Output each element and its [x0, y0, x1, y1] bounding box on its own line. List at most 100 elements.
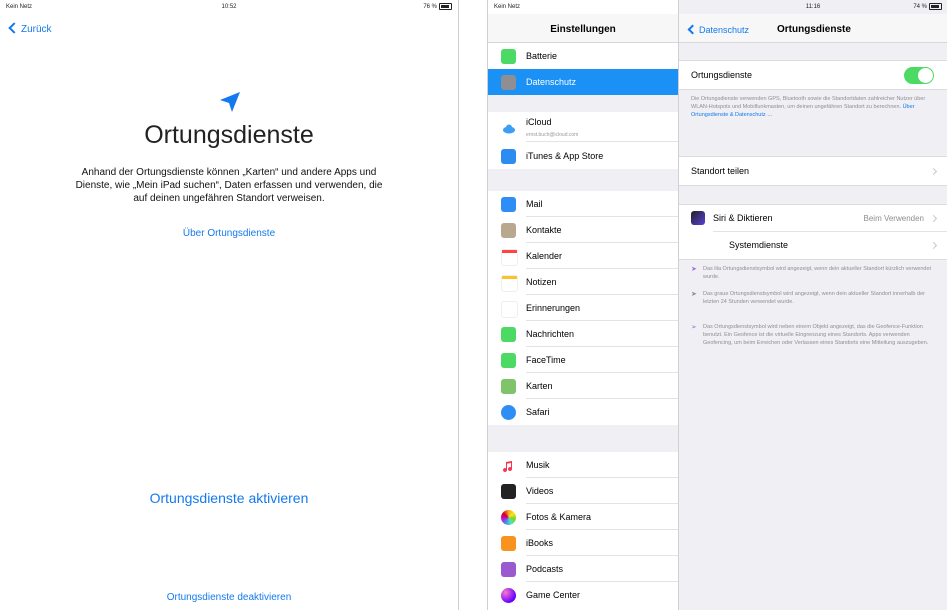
sidebar-item-mail[interactable]: Mail — [488, 191, 678, 217]
legend-item: ➢ Das Ortungsdienstsymbol wird neben ein… — [691, 323, 934, 347]
sidebar-item-label: Datenschutz — [526, 77, 577, 87]
sidebar-item-icloud[interactable]: iCloud ernst.buch@icloud.com — [488, 112, 678, 142]
carrier-label: Kein Netz — [494, 4, 521, 10]
about-location-link[interactable]: Über Ortungsdienste — [0, 228, 458, 239]
chevron-right-icon — [929, 167, 938, 176]
sidebar-item-fotos[interactable]: Fotos & Kamera — [488, 504, 678, 530]
location-services-row: Ortungsdienste — [679, 60, 947, 90]
enable-location-button[interactable]: Ortungsdienste aktivieren — [0, 490, 458, 506]
back-button[interactable]: Zurück — [8, 22, 52, 35]
sidebar-item-label: Game Center — [526, 590, 581, 600]
icloud-account: ernst.buch@icloud.com — [526, 132, 579, 138]
outline-location-arrow-icon: ➢ — [691, 324, 697, 331]
sidebar-item-label: iCloud — [526, 117, 552, 127]
safari-compass-icon — [501, 405, 516, 420]
mail-icon — [501, 197, 516, 212]
sidebar-item-itunes[interactable]: iTunes & App Store — [488, 143, 678, 169]
sidebar-item-facetime[interactable]: FaceTime — [488, 347, 678, 373]
sidebar-item-kontakte[interactable]: Kontakte — [488, 217, 678, 243]
sidebar-item-label: Nachrichten — [526, 329, 575, 339]
podcast-icon — [501, 562, 516, 577]
sidebar-item-label: Podcasts — [526, 564, 564, 574]
sidebar-item-ibooks[interactable]: iBooks — [488, 530, 678, 556]
status-bar: Kein Netz 11:16 74 % — [488, 0, 947, 14]
sidebar-item-musik[interactable]: Musik — [488, 452, 678, 478]
cloud-icon — [501, 120, 516, 135]
music-note-icon — [501, 458, 516, 473]
sidebar-item-kalender[interactable]: Kalender — [488, 243, 678, 269]
sidebar-item-label: Musik — [526, 460, 550, 470]
sidebar-item-videos[interactable]: Videos — [488, 478, 678, 504]
toggle-label: Ortungsdienste — [691, 70, 753, 80]
divider — [526, 141, 678, 142]
chevron-right-icon — [929, 214, 938, 223]
back-button[interactable]: Datenschutz — [687, 14, 750, 46]
location-services-note: Die Ortungsdienste verwenden GPS, Blueto… — [691, 95, 934, 119]
sidebar-item-notizen[interactable]: Notizen — [488, 269, 678, 295]
sidebar-item-gamecenter[interactable]: Game Center — [488, 582, 678, 608]
detail-pane: Datenschutz Ortungsdienste Ortungsdienst… — [679, 0, 947, 610]
description-text: Anhand der Ortungsdienste können „Karten… — [75, 167, 383, 204]
sidebar-item-label: Kalender — [526, 251, 563, 261]
chevron-right-icon — [929, 241, 938, 250]
legend-item: ➤ Das graue Ortungsdienstsymbol wird ang… — [691, 290, 934, 306]
battery-percent: 74 % — [913, 4, 927, 10]
sidebar-item-datenschutz[interactable]: Datenschutz — [488, 69, 678, 95]
navigation-bar: Datenschutz Ortungsdienste — [679, 14, 947, 43]
sidebar-item-safari[interactable]: Safari — [488, 399, 678, 425]
siri-label: Siri & Diktieren — [713, 213, 773, 223]
reminders-icon — [501, 301, 518, 318]
chevron-left-icon — [687, 24, 698, 35]
sidebar-item-label: Safari — [526, 407, 550, 417]
messages-icon — [501, 327, 516, 342]
sidebar-item-label: Erinnerungen — [526, 303, 581, 313]
facetime-icon — [501, 353, 516, 368]
disable-location-button[interactable]: Ortungsdienste deaktivieren — [0, 592, 458, 603]
sidebar-title: Einstellungen — [488, 14, 678, 43]
sidebar-item-label: iTunes & App Store — [526, 151, 604, 161]
sidebar-item-label: Batterie — [526, 51, 558, 61]
hand-icon — [501, 75, 516, 90]
sidebar-item-karten[interactable]: Karten — [488, 373, 678, 399]
battery-indicator: 76 % — [423, 0, 452, 14]
back-label: Datenschutz — [699, 25, 750, 35]
onboarding-screen: Kein Netz 10:52 76 % Zurück Ortungsdiens… — [0, 0, 459, 610]
maps-icon — [501, 379, 516, 394]
section-gap — [488, 95, 678, 112]
battery-icon — [929, 2, 942, 10]
battery-percent: 76 % — [423, 4, 437, 10]
siri-row[interactable]: Siri & Diktieren Beim Verwenden — [679, 205, 947, 232]
sidebar-item-label: Notizen — [526, 277, 557, 287]
location-arrow-icon — [220, 92, 240, 112]
sidebar-item-nachrichten[interactable]: Nachrichten — [488, 321, 678, 347]
chevron-left-icon — [8, 22, 20, 35]
sidebar-item-label: iBooks — [526, 538, 554, 548]
section-gap — [488, 169, 678, 191]
sidebar-item-podcasts[interactable]: Podcasts — [488, 556, 678, 582]
app-store-icon — [501, 149, 516, 164]
clock: 11:16 — [805, 4, 821, 10]
clock: 10:52 — [221, 4, 237, 10]
contacts-icon — [501, 223, 516, 238]
siri-icon — [691, 211, 705, 225]
system-services-label: Systemdienste — [729, 240, 789, 250]
section-gap — [488, 425, 678, 452]
location-services-toggle[interactable] — [904, 67, 934, 84]
sidebar-item-batterie[interactable]: Batterie — [488, 43, 678, 69]
system-services-row[interactable]: Systemdienste — [679, 232, 947, 259]
settings-sidebar: Einstellungen Batterie Datenschutz iClou… — [488, 0, 679, 610]
legend-text: Das lila Ortungsdienstsymbol wird angeze… — [703, 266, 932, 280]
siri-value: Beim Verwenden — [863, 214, 924, 223]
sidebar-item-label: Fotos & Kamera — [526, 512, 592, 522]
book-icon — [501, 536, 516, 551]
gray-location-arrow-icon: ➤ — [691, 291, 697, 298]
share-location-row[interactable]: Standort teilen — [679, 156, 947, 186]
purple-location-arrow-icon: ➤ — [691, 266, 697, 273]
sidebar-item-erinnerungen[interactable]: Erinnerungen — [488, 295, 678, 321]
battery-icon — [501, 49, 516, 64]
page-title: Ortungsdienste — [144, 121, 314, 149]
sidebar-item-label: Kontakte — [526, 225, 562, 235]
legend-text: Das graue Ortungsdienstsymbol wird angez… — [703, 291, 925, 305]
game-center-icon — [501, 588, 516, 603]
legend-text: Das Ortungsdienstsymbol wird neben einem… — [703, 324, 929, 346]
